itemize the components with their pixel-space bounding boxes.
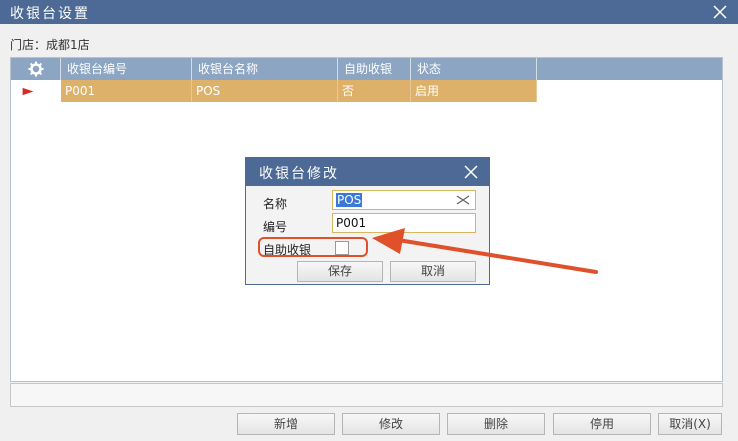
dialog-close-icon[interactable] <box>463 164 479 180</box>
store-info: 门店：成都1店 <box>10 36 90 53</box>
code-input[interactable]: P001 <box>332 213 476 233</box>
edit-cashier-dialog: 收银台修改 名称 POS 编号 P001 自助收银 保存 取消 <box>245 157 490 285</box>
store-name: 成都1店 <box>46 38 90 52</box>
dialog-titlebar: 收银台修改 <box>246 158 489 186</box>
disable-button[interactable]: 停用 <box>553 413 651 435</box>
window-title: 收银台设置 <box>10 6 90 22</box>
name-label: 名称 <box>263 197 288 211</box>
table-header: 收银台编号 收银台名称 自助收银 状态 <box>11 58 722 80</box>
close-icon[interactable] <box>712 4 728 20</box>
column-header-status[interactable]: 状态 <box>411 58 537 80</box>
column-header-self-service[interactable]: 自助收银 <box>338 58 411 80</box>
cell-code[interactable]: P001 <box>61 80 192 102</box>
store-label: 门店： <box>10 38 47 52</box>
name-input-value: POS <box>336 193 363 207</box>
clear-icon[interactable] <box>456 195 470 205</box>
save-button[interactable]: 保存 <box>297 261 383 282</box>
dialog-cancel-button[interactable]: 取消 <box>390 261 476 282</box>
add-button[interactable]: 新增 <box>237 413 335 435</box>
cell-name[interactable]: POS <box>192 80 338 102</box>
annotation-highlight-box <box>258 237 368 257</box>
delete-button[interactable]: 删除 <box>447 413 545 435</box>
column-header-code[interactable]: 收银台编号 <box>61 58 192 80</box>
table-row[interactable]: P001 POS 否 启用 <box>11 80 722 102</box>
code-label: 编号 <box>263 220 288 234</box>
gear-icon[interactable] <box>28 61 44 77</box>
dialog-title: 收银台修改 <box>259 166 339 182</box>
column-header-name[interactable]: 收银台名称 <box>192 58 338 80</box>
window-titlebar: 收银台设置 <box>0 0 738 24</box>
grid-footer <box>10 383 723 407</box>
cell-self-service[interactable]: 否 <box>338 80 411 102</box>
row-pointer-icon <box>22 87 34 96</box>
edit-button[interactable]: 修改 <box>342 413 440 435</box>
name-input[interactable]: POS <box>332 190 476 210</box>
cell-status[interactable]: 启用 <box>411 80 537 102</box>
cancel-button[interactable]: 取消(X) <box>658 413 722 435</box>
column-settings[interactable] <box>11 58 61 80</box>
